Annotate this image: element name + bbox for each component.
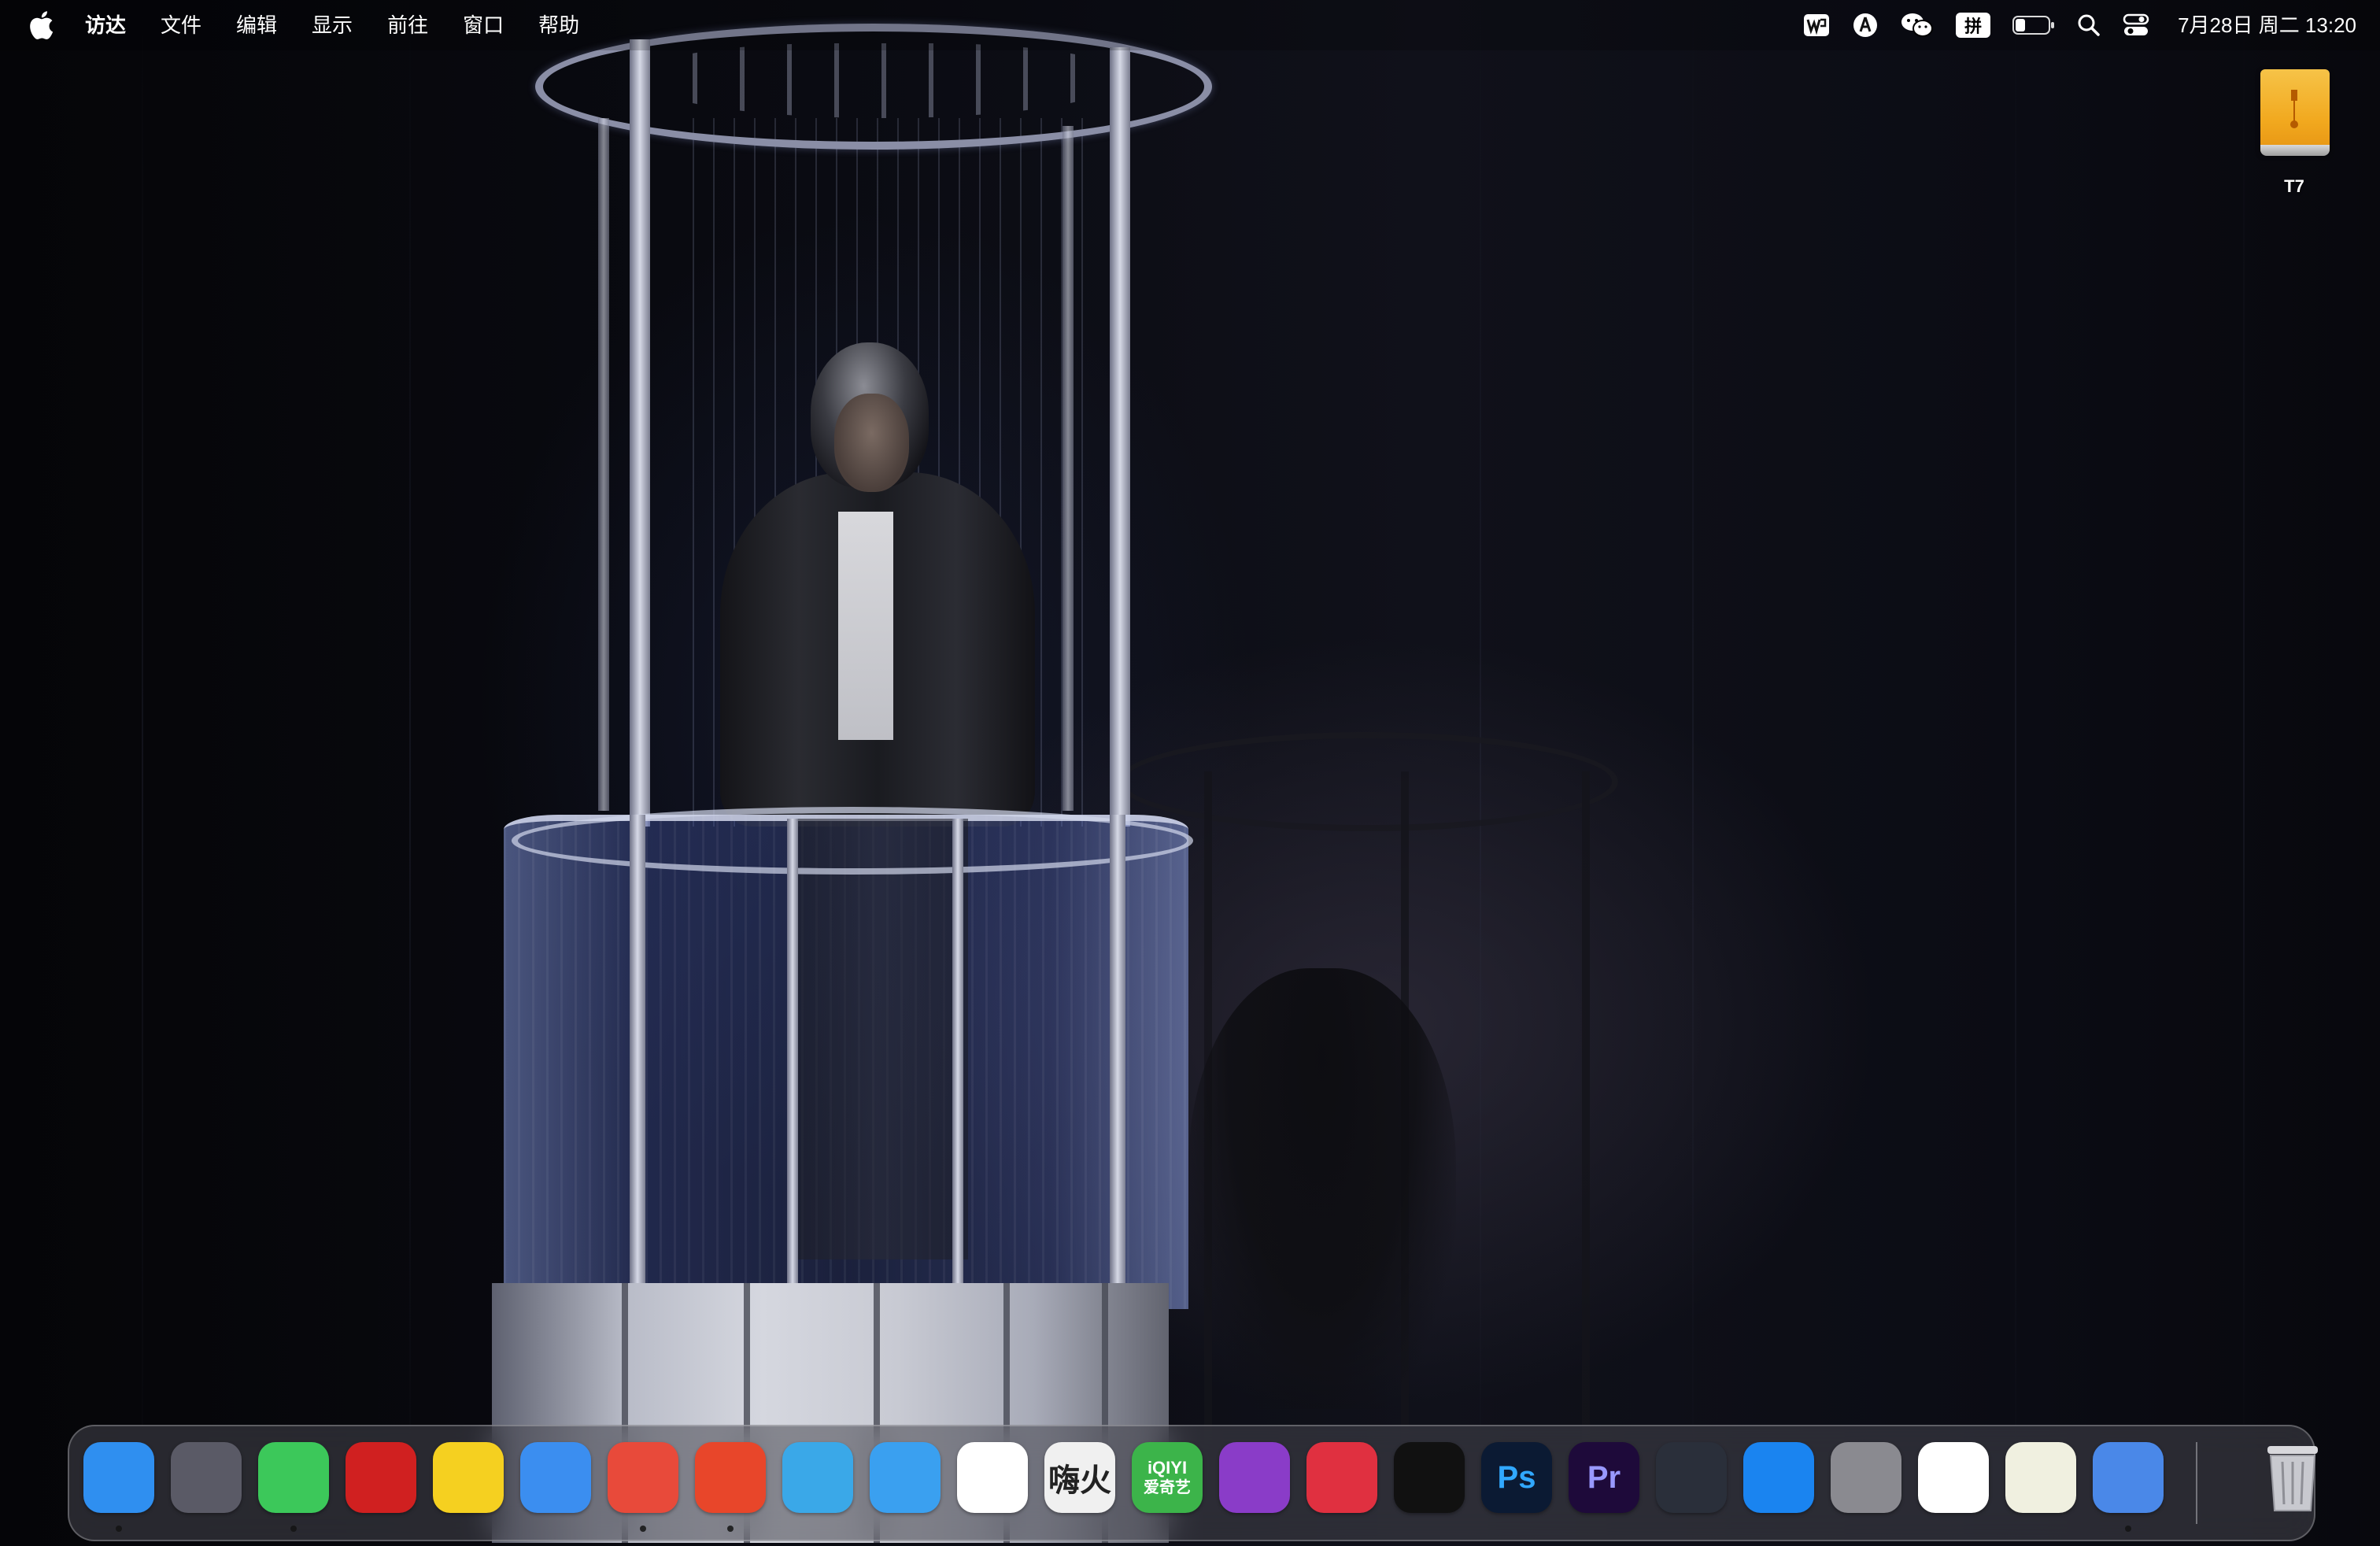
dock-icon-label: 嗨火 [1048,1463,1111,1498]
performer-shirt [838,512,893,740]
curtain-fold [409,0,411,1546]
dock-icon-label: iQIYI [1147,1458,1188,1478]
usb-symbol-icon [2290,90,2298,128]
notes-yellow-icon[interactable] [433,1442,504,1513]
heart-rate-app-icon[interactable] [1306,1442,1377,1513]
video-player-icon[interactable] [957,1442,1028,1513]
desktop-wallpaper [0,0,2380,1546]
tank-frame-bar [630,39,650,827]
tank-rim [512,807,1193,875]
messages-icon[interactable] [258,1442,329,1513]
performer-face [834,394,909,492]
menu-app-finder[interactable]: 访达 [85,0,126,50]
battery-icon[interactable] [2012,0,2055,50]
spotlight-search-icon[interactable] [2077,0,2101,50]
tank-frame-bar [1110,47,1130,827]
tank-frame-bar [952,819,963,1299]
curtain-fold [1692,0,1694,1546]
dock-icon-label: Pr [1587,1459,1621,1495]
iqiyi-icon[interactable]: iQIYI 爱奇艺 [1132,1442,1203,1513]
background-frame-post [1582,771,1590,1480]
menu-go[interactable]: 前往 [387,0,428,50]
running-indicator [727,1526,734,1532]
tank-frame-bar [630,815,645,1303]
finder-icon[interactable] [83,1442,154,1513]
drive-label: T7 [2284,176,2304,196]
input-method-icon[interactable]: 拼 [1956,0,1991,50]
capcut-icon[interactable] [1394,1442,1465,1513]
pink-blue-app-icon[interactable] [782,1442,853,1513]
dock-separator [2196,1442,2197,1524]
wps-icon[interactable] [1803,0,1830,50]
menu-edit[interactable]: 编辑 [236,0,277,50]
menu-view[interactable]: 显示 [312,0,353,50]
cloud-app-icon[interactable] [520,1442,591,1513]
running-indicator [116,1526,122,1532]
curtain-fold [2015,0,2016,1546]
curtain-fold [2243,0,2245,1546]
trash-icon[interactable] [2257,1442,2328,1513]
premiere-icon[interactable]: Pr [1569,1442,1639,1513]
input-method-label: 拼 [1956,13,1991,38]
menu-file[interactable]: 文件 [161,0,201,50]
performer-legs [787,819,968,1259]
dock: 嗨火 iQIYI 爱奇艺 Ps Pr [68,1425,2318,1541]
blank-app-icon[interactable] [171,1442,242,1513]
apple-menu-icon[interactable] [28,9,55,41]
control-center-icon[interactable] [2123,0,2149,50]
tank-frame-bar [598,118,609,811]
app-store-helper-icon[interactable] [1852,0,1879,50]
dock-icon-label: 爱奇艺 [1144,1479,1191,1496]
tank-frame-bar [1110,815,1125,1303]
menu-window[interactable]: 窗口 [463,0,504,50]
menu-bar-clock[interactable]: 7月28日 周二 13:20 [2178,0,2356,50]
desktop-drive-t7[interactable]: T7 [2243,69,2345,203]
downloader-icon[interactable] [1219,1442,1290,1513]
menu-bar-status-area: 拼 7月28日 周二 13:20 [1781,0,2356,50]
dock-icon-label: Ps [1497,1459,1536,1495]
external-drive-base [2260,145,2330,156]
menu-help[interactable]: 帮助 [538,0,579,50]
preview-scanner-icon[interactable] [2093,1442,2164,1513]
tank-frame-bar [1062,126,1074,811]
curtain-fold [142,0,143,1546]
running-indicator [2125,1526,2131,1532]
menu-bar: 访达 文件 编辑 显示 前往 窗口 帮助 拼 7月28日 周二 13:20 [0,0,2380,50]
photoshop-icon[interactable]: Ps [1481,1442,1552,1513]
bird-app-icon[interactable] [870,1442,941,1513]
system-settings-icon[interactable] [1831,1442,1901,1513]
tank-frame-bar [787,819,798,1299]
running-indicator [290,1526,297,1532]
notes-icon[interactable] [1918,1442,1989,1513]
menu-bar-left: 访达 文件 编辑 显示 前往 窗口 帮助 [28,0,614,50]
wechat-icon[interactable] [1901,0,1934,50]
red-app-icon[interactable] [695,1442,766,1513]
stage-shadow [1188,968,1456,1409]
huohuo-player-icon[interactable]: 嗨火 [1044,1442,1115,1513]
running-indicator [640,1526,646,1532]
stickies-icon[interactable] [2005,1442,2076,1513]
background-frame-ring [1118,732,1618,831]
mask-app-icon[interactable] [346,1442,416,1513]
chrome-icon[interactable] [608,1442,678,1513]
davinci-resolve-icon[interactable] [1656,1442,1727,1513]
app-store-icon[interactable] [1743,1442,1814,1513]
